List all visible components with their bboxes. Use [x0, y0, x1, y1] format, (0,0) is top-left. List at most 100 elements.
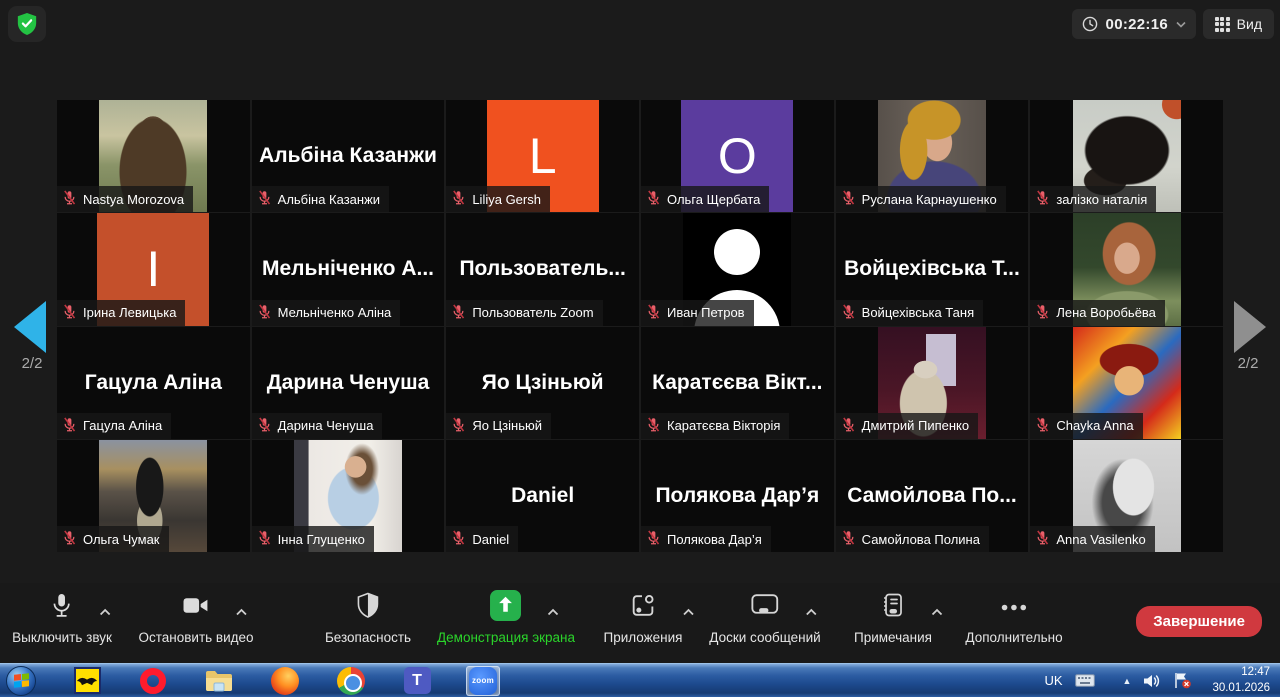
toolbar-item-label: Примечания — [854, 630, 932, 645]
avatar-initial: I — [146, 240, 160, 298]
participant-tile[interactable]: Войцехівська Т...Войцехівська Таня — [836, 213, 1029, 325]
participant-tile[interactable]: Самойлова По...Самойлова Полина — [836, 440, 1029, 552]
participant-tile[interactable]: I Ірина Левицька — [57, 213, 250, 325]
participant-name: Дмитрий Пипенко — [862, 418, 969, 433]
participant-tile[interactable]: Мельніченко А... Мельніченко Аліна — [252, 213, 445, 325]
participant-display-name: Гацула Аліна — [85, 371, 222, 395]
chevron-up-icon[interactable] — [682, 603, 694, 621]
participant-tile[interactable]: Nastya Morozova — [57, 100, 250, 212]
participant-tile[interactable]: залізко наталія — [1030, 100, 1223, 212]
toolbar-item-camera[interactable]: Остановить видео — [138, 591, 253, 645]
participant-tile[interactable]: Ольга Чумак — [57, 440, 250, 552]
toolbar-item-more[interactable]: Дополнительно — [965, 591, 1062, 645]
participant-tile[interactable]: Иван Петров — [641, 213, 834, 325]
toolbar-item-label: Остановить видео — [138, 630, 253, 645]
muted-mic-icon — [1035, 190, 1050, 208]
chevron-up-icon[interactable] — [806, 603, 818, 621]
participant-tile[interactable]: Дарина ЧенушаДарина Ченуша — [252, 327, 445, 439]
page-indicator-right: 2/2 — [1218, 355, 1278, 372]
next-page-arrow[interactable] — [1234, 301, 1266, 353]
taskbar-firefox-icon[interactable] — [268, 666, 302, 696]
security-badge[interactable] — [8, 6, 46, 42]
muted-mic-icon — [257, 417, 272, 435]
participant-name: Войцехівська Таня — [862, 305, 974, 320]
taskbar-file-explorer-icon[interactable] — [202, 666, 236, 696]
more-icon — [1000, 599, 1027, 617]
participant-tile[interactable]: Каратєєва Вікт... Каратєєва Вікторія — [641, 327, 834, 439]
muted-mic-icon — [62, 304, 77, 322]
muted-mic-icon — [62, 190, 77, 208]
participant-name: Самойлова Полина — [862, 532, 980, 547]
participant-tile[interactable]: Пользователь...Пользователь Zoom — [446, 213, 639, 325]
participant-tile[interactable]: Chayka Anna — [1030, 327, 1223, 439]
participant-tile[interactable]: Альбіна КазанжиАльбіна Казанжи — [252, 100, 445, 212]
participant-name-label: Ольга Чумак — [57, 526, 169, 552]
chevron-up-icon[interactable] — [931, 603, 943, 621]
toolbar-item-apps[interactable]: Приложения — [604, 591, 683, 645]
participant-name-label: Руслана Карнаушенко — [836, 186, 1006, 212]
participant-tile[interactable]: Anna Vasilenko — [1030, 440, 1223, 552]
taskbar-zoom-icon[interactable]: zoom — [466, 666, 500, 696]
participant-name-label: Ольга Щербата — [641, 186, 769, 212]
action-center-flag-icon[interactable] — [1173, 672, 1192, 689]
clock-date: 30.01.2026 — [1212, 681, 1270, 697]
view-button[interactable]: Вид — [1203, 9, 1274, 39]
previous-page-arrow[interactable] — [14, 301, 46, 353]
language-indicator[interactable]: UK — [1044, 673, 1062, 688]
participant-name: Дарина Ченуша — [278, 418, 374, 433]
taskbar-the-bat-icon[interactable] — [70, 666, 104, 696]
toolbar-item-microphone[interactable]: Выключить звук — [12, 591, 112, 645]
participant-name-label: Дмитрий Пипенко — [836, 413, 978, 439]
keyboard-icon[interactable] — [1075, 674, 1095, 687]
muted-mic-icon — [451, 304, 466, 322]
toolbar-item-whiteboard[interactable]: Доски сообщений — [709, 591, 820, 645]
participant-display-name: Каратєєва Вікт... — [652, 371, 822, 395]
participant-tile[interactable]: LLiliya Gersh — [446, 100, 639, 212]
taskbar-teams-icon[interactable]: T — [400, 666, 434, 696]
participant-name: Мельніченко Аліна — [278, 305, 392, 320]
chevron-up-icon[interactable] — [99, 603, 111, 621]
participant-tile[interactable]: Полякова Дар’яПолякова Дар’я — [641, 440, 834, 552]
participant-tile[interactable]: Дмитрий Пипенко — [836, 327, 1029, 439]
participant-name-label: Ірина Левицька — [57, 300, 185, 326]
participant-display-name: Мельніченко А... — [262, 257, 434, 281]
taskbar-clock[interactable]: 12:47 30.01.2026 — [1212, 665, 1270, 696]
participant-tile[interactable]: Лена Воробьёва — [1030, 213, 1223, 325]
taskbar-windows-start-button[interactable] — [4, 666, 38, 696]
volume-icon[interactable] — [1143, 673, 1161, 689]
share-screen-icon — [490, 590, 521, 626]
participant-name-label: Пользователь Zoom — [446, 300, 602, 326]
timer-dropdown-caret-icon[interactable] — [1176, 21, 1186, 28]
show-hidden-icons-chevron[interactable]: ▲ — [1123, 676, 1132, 686]
participant-name-label: Anna Vasilenko — [1030, 526, 1154, 552]
participant-name: Каратєєва Вікторія — [667, 418, 780, 433]
toolbar-item-share-screen[interactable]: Демонстрация экрана — [437, 591, 575, 645]
toolbar-item-notes[interactable]: Примечания — [854, 591, 932, 645]
end-meeting-button[interactable]: Завершение — [1136, 606, 1262, 637]
participant-name: Anna Vasilenko — [1056, 532, 1145, 547]
participant-tile[interactable]: Руслана Карнаушенко — [836, 100, 1029, 212]
participant-tile[interactable]: Яо ЦзіньюйЯо Цзіньюй — [446, 327, 639, 439]
participant-tile[interactable]: OОльга Щербата — [641, 100, 834, 212]
chevron-up-icon[interactable] — [547, 603, 559, 621]
participant-name: залізко наталія — [1056, 192, 1147, 207]
participant-name: Ірина Левицька — [83, 305, 176, 320]
participant-tile[interactable]: Інна Глущенко — [252, 440, 445, 552]
taskbar-chrome-icon[interactable] — [334, 666, 368, 696]
participant-name: Інна Глущенко — [278, 532, 365, 547]
muted-mic-icon — [257, 190, 272, 208]
muted-mic-icon — [1035, 530, 1050, 548]
participant-name-label: Nastya Morozova — [57, 186, 193, 212]
participant-tile[interactable]: DanielDaniel — [446, 440, 639, 552]
avatar-initial: L — [529, 127, 557, 185]
taskbar-opera-icon[interactable] — [136, 666, 170, 696]
chevron-up-icon[interactable] — [235, 603, 247, 621]
muted-mic-icon — [841, 417, 856, 435]
toolbar-item-shield[interactable]: Безопасность — [325, 591, 411, 645]
timer-value: 00:22:16 — [1106, 16, 1168, 33]
participant-name: Полякова Дар’я — [667, 532, 762, 547]
participant-name: Ольга Щербата — [667, 192, 760, 207]
microphone-icon — [50, 592, 73, 624]
participant-tile[interactable]: Гацула АлінаГацула Аліна — [57, 327, 250, 439]
muted-mic-icon — [1035, 304, 1050, 322]
